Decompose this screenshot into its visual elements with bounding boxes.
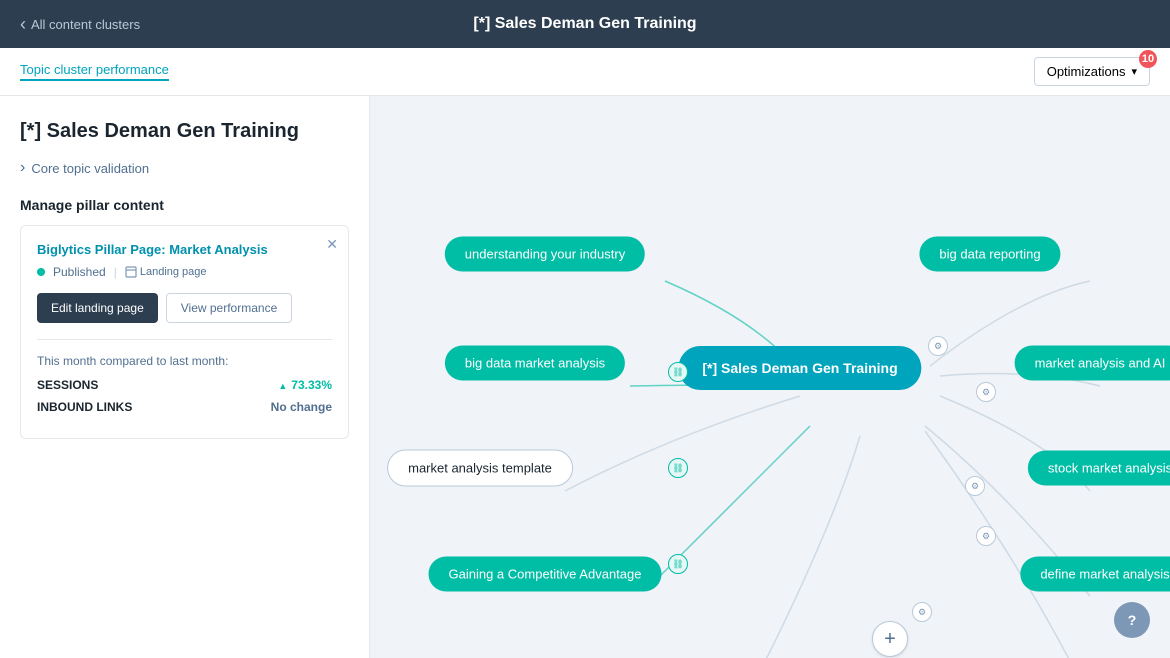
manage-pillar-title: Manage pillar content: [20, 197, 349, 213]
settings-indicator-1[interactable]: ⚙: [928, 336, 948, 356]
node-big-data-market-analysis[interactable]: big data market analysis: [445, 346, 625, 381]
edit-landing-page-button[interactable]: Edit landing page: [37, 293, 158, 323]
status-label: Published: [53, 265, 106, 279]
main-layout: [*] Sales Deman Gen Training Core topic …: [0, 96, 1170, 658]
link-indicator-3[interactable]: ⛓: [668, 554, 688, 574]
node-market-analysis-template[interactable]: market analysis template: [387, 450, 573, 487]
settings-indicator-4[interactable]: ⚙: [976, 526, 996, 546]
help-button[interactable]: ?: [1114, 602, 1150, 638]
pillar-card: ✕ Biglytics Pillar Page: Market Analysis…: [20, 225, 349, 439]
node-market-analysis-ai[interactable]: market analysis and AI: [1015, 346, 1170, 381]
sessions-up-arrow: [278, 378, 287, 392]
inbound-links-label: INBOUND LINKS: [37, 400, 132, 414]
view-performance-button[interactable]: View performance: [166, 293, 293, 323]
node-understanding-industry[interactable]: understanding your industry: [445, 237, 645, 272]
sessions-value: 73.33%: [278, 378, 332, 392]
core-topic-validation[interactable]: Core topic validation: [20, 159, 349, 177]
page-title: [*] Sales Deman Gen Training: [473, 15, 696, 33]
node-stock-market-analysis[interactable]: stock market analysis: [1028, 451, 1170, 486]
card-actions: Edit landing page View performance: [37, 293, 332, 323]
stats-section: This month compared to last month: SESSI…: [37, 339, 332, 414]
sub-nav: Topic cluster performance Optimizations …: [0, 48, 1170, 96]
viz-panel: [*] Sales Deman Gen Training understandi…: [370, 96, 1170, 658]
left-panel-title: [*] Sales Deman Gen Training: [20, 120, 349, 143]
inbound-links-value: No change: [271, 400, 332, 414]
sessions-label: SESSIONS: [37, 378, 98, 392]
close-button[interactable]: ✕: [326, 236, 338, 253]
back-link[interactable]: All content clusters: [20, 14, 140, 35]
landing-page-icon: Landing page: [125, 266, 207, 278]
optimizations-badge: 10: [1139, 50, 1157, 68]
optimizations-button[interactable]: Optimizations ▾ 10: [1034, 57, 1150, 86]
link-indicator-1[interactable]: ⛓: [668, 362, 688, 382]
status-dot: [37, 268, 45, 276]
node-big-data-reporting[interactable]: big data reporting: [919, 237, 1060, 272]
stats-compare-label: This month compared to last month:: [37, 354, 332, 368]
inbound-links-stat-row: INBOUND LINKS No change: [37, 400, 332, 414]
top-nav: All content clusters [*] Sales Deman Gen…: [0, 0, 1170, 48]
link-indicator-2[interactable]: ⛓: [668, 458, 688, 478]
topic-cluster-performance-tab[interactable]: Topic cluster performance: [20, 62, 169, 81]
center-node[interactable]: [*] Sales Deman Gen Training: [678, 346, 921, 390]
settings-indicator-3[interactable]: ⚙: [965, 476, 985, 496]
node-gaining-competitive[interactable]: Gaining a Competitive Advantage: [429, 557, 662, 592]
settings-indicator-2[interactable]: ⚙: [976, 382, 996, 402]
left-panel: [*] Sales Deman Gen Training Core topic …: [0, 96, 370, 658]
sessions-stat-row: SESSIONS 73.33%: [37, 378, 332, 392]
pillar-card-title: Biglytics Pillar Page: Market Analysis: [37, 242, 332, 257]
settings-indicator-5[interactable]: ⚙: [912, 602, 932, 622]
card-meta: Published | Landing page: [37, 265, 332, 279]
add-node-button[interactable]: +: [872, 621, 908, 657]
node-define-market-analysis[interactable]: define market analysis: [1020, 557, 1170, 592]
